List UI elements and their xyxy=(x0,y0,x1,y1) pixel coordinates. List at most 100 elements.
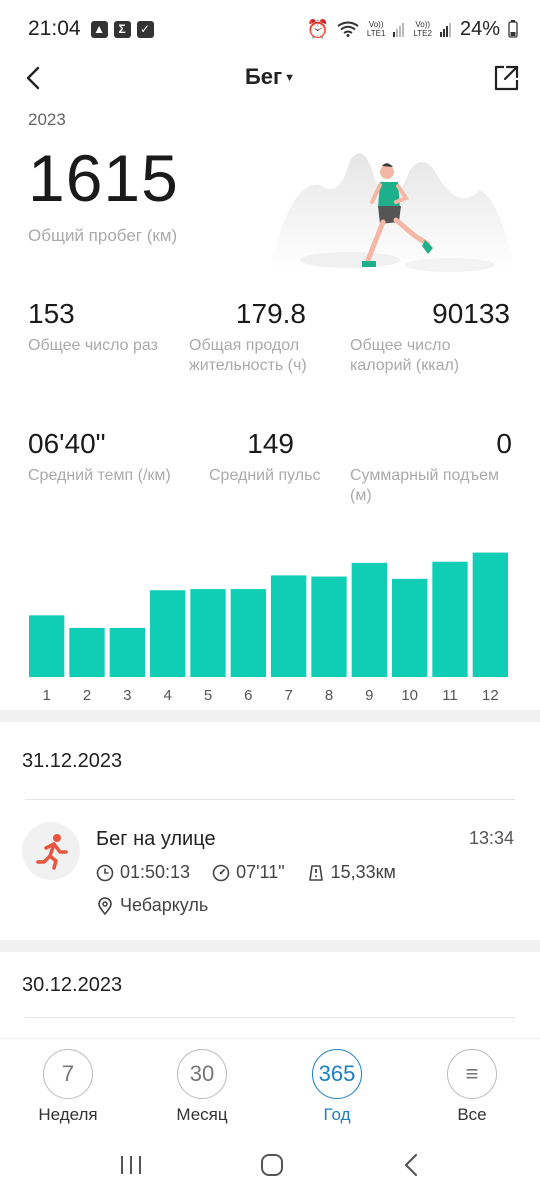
x-tick-label: 8 xyxy=(325,687,333,704)
week-icon: 7 xyxy=(43,1049,93,1099)
total-distance-label: Общий пробег (км) xyxy=(28,226,178,245)
divider xyxy=(25,1017,515,1018)
x-tick-label: 7 xyxy=(284,687,292,704)
x-tick-label: 1 xyxy=(42,687,50,704)
bar-month-2[interactable] xyxy=(69,627,105,677)
signal-1-icon xyxy=(393,23,405,37)
x-tick-label: 10 xyxy=(401,687,418,704)
stat-avg-heart-rate: 149 Средний пульс xyxy=(209,428,339,486)
metric-pace: 07'11" xyxy=(212,862,285,883)
activity-distance: 15,33км xyxy=(330,862,396,882)
dropdown-caret-icon: ▼ xyxy=(284,72,296,85)
share-icon[interactable] xyxy=(490,62,522,94)
stat-value: 153 xyxy=(28,298,75,329)
home-icon[interactable] xyxy=(259,1152,285,1178)
tab-week[interactable]: 7 Неделя xyxy=(18,1049,118,1125)
stat-label: Средний темп (/км) xyxy=(28,467,171,484)
back-icon[interactable] xyxy=(400,1152,422,1178)
check-notification-icon: ✓ xyxy=(136,20,154,38)
x-tick-label: 5 xyxy=(204,687,212,704)
activity-title: Бег на улице xyxy=(96,828,216,850)
location-pin-icon xyxy=(98,896,112,915)
stat-label: Общее число раз xyxy=(28,337,158,354)
notification-icons: ▲ Σ ✓ xyxy=(90,20,154,38)
battery-percent: 24% xyxy=(459,17,500,40)
activity-pace: 07'11" xyxy=(236,862,285,882)
stat-total-calories: 90133 Общее число калорий (ккал) xyxy=(350,298,510,376)
bar-month-7[interactable] xyxy=(271,575,307,677)
activity-metrics: 01:50:13 07'11" 15,33км xyxy=(96,862,418,883)
runner-illustration xyxy=(270,153,515,272)
clock-icon xyxy=(96,864,114,881)
x-tick-label: 3 xyxy=(123,687,131,704)
activity-time: 13:34 xyxy=(468,828,514,848)
bar-month-1[interactable] xyxy=(29,615,65,677)
year-icon: 365 xyxy=(312,1049,362,1099)
sim2-label: LTE2 xyxy=(413,29,432,38)
section-separator xyxy=(0,940,540,952)
activity-location-text: Чебаркуль xyxy=(120,895,209,915)
system-navigation-bar xyxy=(0,1130,540,1200)
bar-month-12[interactable] xyxy=(472,552,508,677)
metric-distance: 15,33км xyxy=(307,862,396,883)
status-bar: 21:04 ▲ Σ ✓ ⏰ Vo)) LTE1 Vo)) LTE2 24% xyxy=(0,0,540,58)
volte-label: Vo)) xyxy=(368,20,384,29)
tab-label: Неделя xyxy=(38,1105,98,1124)
tab-label: Месяц xyxy=(176,1105,228,1124)
bar-month-8[interactable] xyxy=(311,576,347,677)
monthly-distance-chart[interactable]: 1 2 3 4 5 6 7 8 9 10 11 12 xyxy=(20,540,520,710)
stat-avg-pace: 06'40" Средний темп (/км) xyxy=(28,428,198,486)
total-distance-value: 1615 xyxy=(28,141,179,215)
bar-month-9[interactable] xyxy=(351,562,387,677)
stat-label: Суммарный подъем (м) xyxy=(350,467,499,504)
speedometer-icon xyxy=(212,864,230,881)
battery-icon xyxy=(508,20,518,38)
activity-row[interactable]: Бег на улице 13:34 01:50:13 07'11" 15,33… xyxy=(0,800,540,940)
stat-value: 90133 xyxy=(432,298,510,329)
bar-month-4[interactable] xyxy=(150,590,186,677)
status-time: 21:04 xyxy=(28,17,81,40)
x-tick-label: 2 xyxy=(83,687,91,704)
section-separator xyxy=(0,710,540,722)
x-tick-label: 4 xyxy=(163,687,171,704)
tab-month[interactable]: 30 Месяц xyxy=(152,1049,252,1125)
x-tick-label: 6 xyxy=(244,687,252,704)
year-label: 2023 xyxy=(28,110,66,129)
stat-value: 0 xyxy=(496,428,512,459)
sport-type-dropdown[interactable]: Бег ▼ xyxy=(0,64,540,90)
bar-month-3[interactable] xyxy=(109,627,145,677)
signal-2-icon xyxy=(439,23,451,37)
period-tab-bar: 7 Неделя 30 Месяц 365 Год ≡ Все xyxy=(0,1038,540,1130)
tab-label: Год xyxy=(323,1105,351,1124)
list-icon: ≡ xyxy=(447,1049,497,1099)
bar-month-10[interactable] xyxy=(392,578,428,677)
app-header: Бег ▼ xyxy=(0,58,540,98)
gallery-notification-icon: ▲ xyxy=(90,20,108,38)
tab-year[interactable]: 365 Год xyxy=(287,1049,387,1125)
tab-all[interactable]: ≡ Все xyxy=(422,1049,522,1125)
x-tick-label: 9 xyxy=(365,687,373,704)
volte-label-2: Vo)) xyxy=(415,20,431,29)
sim1-label: LTE1 xyxy=(366,29,386,38)
metric-duration: 01:50:13 xyxy=(96,862,190,883)
sim1-indicator: Vo)) LTE1 xyxy=(367,20,386,38)
activity-location: Чебаркуль xyxy=(96,895,208,916)
stat-total-ascent: 0 Суммарный подъем (м) xyxy=(350,428,515,506)
tab-label: Все xyxy=(457,1105,487,1124)
sim2-indicator: Vo)) LTE2 xyxy=(413,20,432,38)
bar-month-11[interactable] xyxy=(432,561,468,677)
bar-month-6[interactable] xyxy=(230,589,266,677)
stat-label: Средний пульс xyxy=(209,467,321,484)
date-header: 31.12.2023 xyxy=(22,750,123,772)
x-tick-label: 12 xyxy=(482,687,499,704)
stat-total-runs: 153 Общее число раз xyxy=(28,298,188,356)
recent-apps-icon[interactable] xyxy=(118,1154,144,1176)
activity-avatar xyxy=(22,822,80,880)
status-right: ⏰ Vo)) LTE1 Vo)) LTE2 24% xyxy=(306,18,518,41)
stat-label: Общая продол жительность (ч) xyxy=(189,337,307,374)
alarm-icon: ⏰ xyxy=(306,18,329,39)
stat-value: 06'40" xyxy=(28,428,106,459)
wifi-icon xyxy=(337,21,359,37)
month-icon: 30 xyxy=(177,1049,227,1099)
bar-month-5[interactable] xyxy=(190,589,226,677)
